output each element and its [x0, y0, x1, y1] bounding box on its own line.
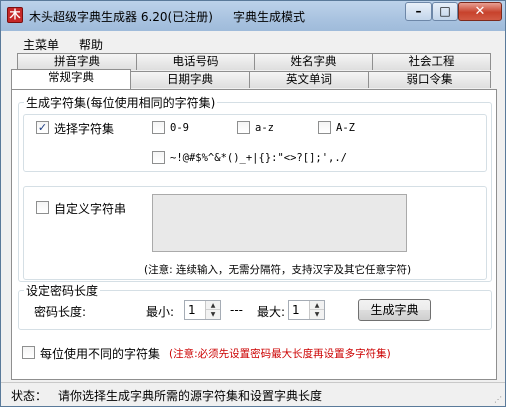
resize-grip-icon[interactable]: ⋰	[494, 395, 502, 404]
per-position-label: 每位使用不同的字符集	[40, 347, 161, 361]
down-arrow-icon[interactable]: ▼	[310, 310, 324, 319]
maximize-button[interactable]: □	[432, 2, 458, 21]
digits-checkbox[interactable]	[152, 121, 165, 134]
minimize-icon: –	[415, 4, 422, 18]
select-charset-label: 选择字符集	[54, 122, 115, 136]
menu-bar: 主菜单 帮助	[1, 31, 505, 53]
tab-english[interactable]: 英文单词	[249, 71, 369, 88]
max-length-arrows: ▲ ▼	[309, 301, 324, 319]
checkmark-icon: ✓	[37, 121, 48, 134]
uppercase-checkbox[interactable]	[318, 121, 331, 134]
tab-weak[interactable]: 弱口令集	[368, 71, 491, 88]
custom-checkbox[interactable]	[36, 201, 49, 214]
main-window: 木 木头超级字典生成器 6.20(已注册) 字典生成模式 – □ ✕ 主菜单 帮…	[0, 0, 506, 407]
down-arrow-icon[interactable]: ▼	[206, 310, 220, 319]
status-label: 状态：	[11, 389, 48, 403]
title-bar: 木 木头超级字典生成器 6.20(已注册) 字典生成模式 – □ ✕	[1, 1, 505, 31]
up-arrow-icon[interactable]: ▲	[310, 301, 324, 310]
per-position-note: (注意:必须先设置密码最大长度再设置多字符集)	[169, 348, 391, 360]
min-length-arrows: ▲ ▼	[205, 301, 220, 319]
charset-group-title: 生成字符集(每位使用相同的字符集)	[24, 94, 218, 111]
length-label: 密码长度:	[34, 305, 87, 319]
custom-text-input[interactable]	[152, 194, 407, 252]
tab-pinyin[interactable]: 拼音字典	[17, 53, 137, 70]
menu-main[interactable]: 主菜单	[23, 36, 59, 53]
symbols-checkbox[interactable]	[152, 151, 165, 164]
min-length-value: 1	[188, 303, 196, 317]
max-label: 最大:	[257, 305, 286, 319]
digits-label: 0-9	[170, 122, 189, 134]
up-arrow-icon[interactable]: ▲	[206, 301, 220, 310]
close-icon: ✕	[474, 4, 486, 19]
close-button[interactable]: ✕	[458, 2, 502, 21]
max-length-stepper[interactable]: 1 ▲ ▼	[288, 300, 325, 320]
uppercase-label: A-Z	[336, 122, 355, 134]
window-title: 木头超级字典生成器 6.20(已注册)	[29, 10, 213, 24]
tab-general[interactable]: 常规字典	[11, 69, 131, 89]
tab-name[interactable]: 姓名字典	[254, 53, 373, 70]
lowercase-checkbox[interactable]	[237, 121, 250, 134]
tab-panel-general: 生成字符集(每位使用相同的字符集) ✓ 选择字符集 0-9 a-z A-Z ~!…	[11, 89, 497, 380]
min-label: 最小:	[146, 305, 175, 319]
max-length-value: 1	[292, 303, 300, 317]
min-length-stepper[interactable]: 1 ▲ ▼	[184, 300, 221, 320]
generate-button[interactable]: 生成字典	[358, 299, 431, 321]
per-position-checkbox[interactable]	[22, 346, 35, 359]
status-text: 请你选择生成字典所需的源字符集和设置字典长度	[58, 389, 323, 403]
custom-label: 自定义字符串	[54, 202, 127, 216]
select-charset-checkbox[interactable]: ✓	[36, 121, 49, 134]
maximize-icon: □	[439, 4, 451, 18]
tab-date[interactable]: 日期字典	[130, 71, 250, 88]
tab-phone[interactable]: 电话号码	[136, 53, 255, 70]
tab-social[interactable]: 社会工程	[372, 53, 491, 70]
app-icon: 木	[7, 7, 23, 23]
custom-note: (注意: 连续输入，无需分隔符，支持汉字及其它任意字符)	[144, 264, 412, 276]
lowercase-label: a-z	[255, 122, 274, 134]
range-dash: ---	[230, 303, 243, 317]
minimize-button[interactable]: –	[405, 2, 432, 21]
symbols-label: ~!@#$%^&*()_+|{}:"<>?[];',./	[170, 152, 348, 164]
menu-help[interactable]: 帮助	[79, 36, 103, 53]
status-bar: 状态： 请你选择生成字典所需的源字符集和设置字典长度 ⋰	[1, 382, 505, 406]
length-group-title: 设定密码长度	[24, 282, 101, 299]
window-mode: 字典生成模式	[233, 10, 306, 24]
